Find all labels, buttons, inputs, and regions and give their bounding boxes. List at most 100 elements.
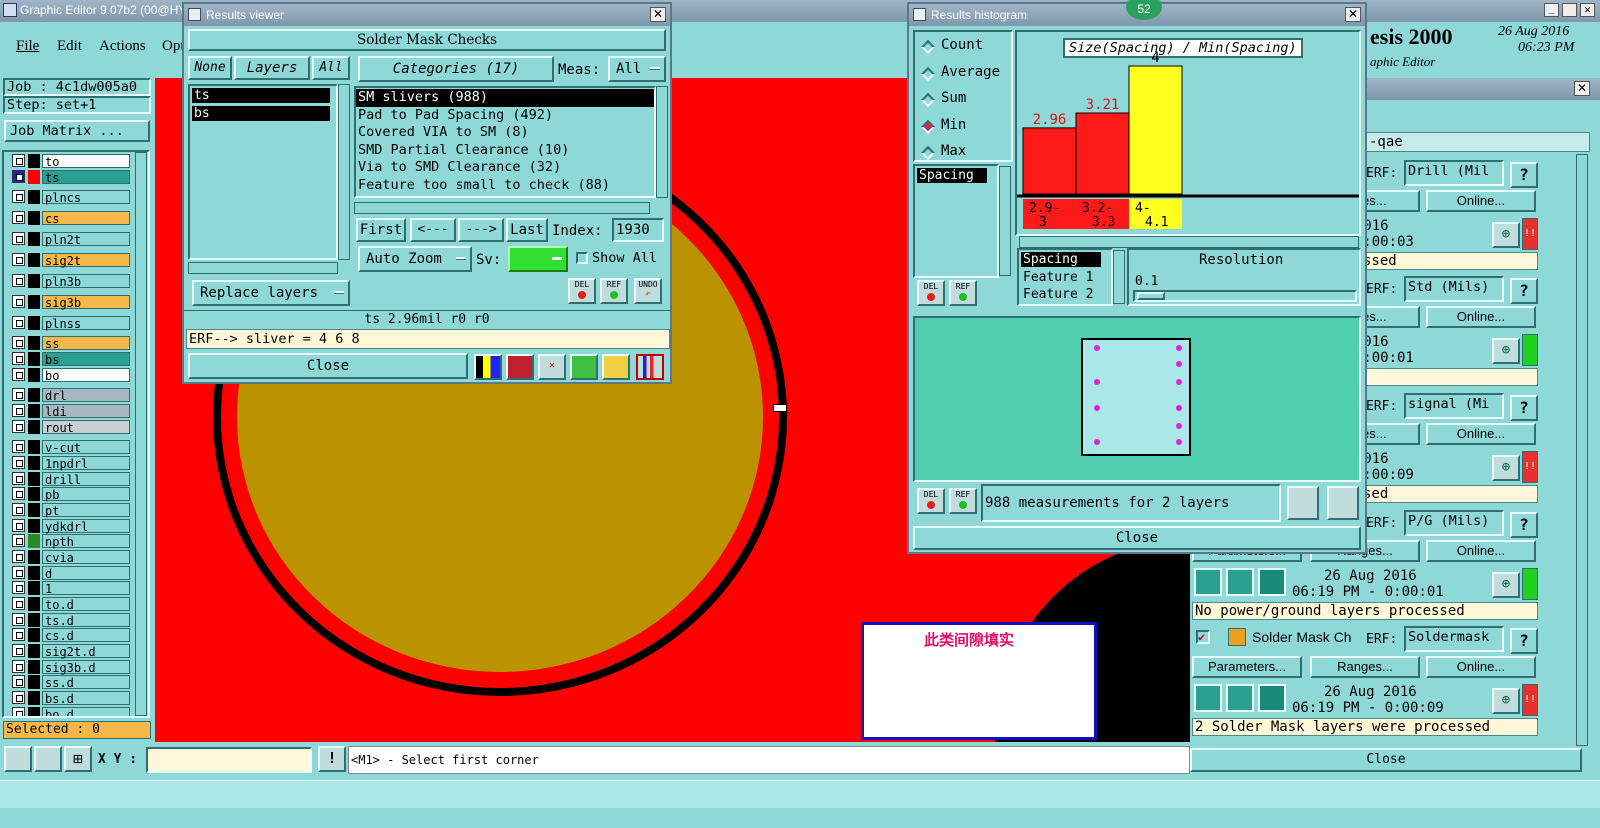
app-maximize-button[interactable] [1562,3,1577,17]
layer-name[interactable]: cs.d [42,628,130,643]
check-row-zoom-icon[interactable]: ⊕ [1492,338,1520,364]
layer-color-swatch[interactable] [28,503,40,517]
layer-name[interactable]: ldi [42,404,130,419]
layer-name[interactable]: plncs [42,190,130,205]
layer-color-swatch[interactable] [28,675,40,689]
layer-name[interactable]: bs.d [42,691,130,706]
rv-category-4[interactable]: Via to SMD Clearance (32) [356,159,654,177]
check-row-erf-field[interactable]: P/G (Mils) [1404,510,1504,536]
rv-replace-layers-select[interactable]: Replace layers [192,280,350,306]
layer-name[interactable]: sig3b.d [42,660,130,675]
layer-color-swatch[interactable] [28,519,40,533]
layer-row-1[interactable]: 1 [10,581,130,596]
layer-row-sig3b[interactable]: sig3b [10,295,130,310]
layer-row-ydkdrl[interactable]: ydkdrl [10,519,130,534]
layer-checkbox[interactable] [12,707,25,716]
layer-row-bo.d[interactable]: bo.d [10,707,130,716]
check-row-help-button[interactable]: ? [1510,628,1538,654]
layer-color-swatch[interactable] [28,190,40,204]
measure-icon[interactable] [34,746,62,772]
check-row-run-icon[interactable] [1194,684,1222,712]
layer-checkbox[interactable] [12,487,25,500]
rv-layer-hscrollbar[interactable] [188,262,338,274]
hist-measure-scrollbar[interactable] [999,166,1011,276]
check-row-help-button[interactable]: ? [1510,512,1538,538]
layer-name[interactable]: pln3b [42,274,130,289]
layer-checkbox[interactable] [12,644,25,657]
layer-name[interactable]: bo [42,368,130,383]
check-row-zoom-icon[interactable]: ⊕ [1492,688,1520,714]
layer-color-swatch[interactable] [28,628,40,642]
checklist-close-button[interactable]: Close [1190,748,1582,772]
check-row-online-button[interactable]: Online... [1426,540,1536,562]
check-row-zoom-icon[interactable]: ⊕ [1492,572,1520,598]
rv-close-button[interactable]: Close [188,353,468,379]
layer-checkbox[interactable] [12,170,25,183]
hist-import-icon[interactable] [1327,486,1359,520]
layer-name[interactable]: v-cut [42,440,130,455]
layer-checkbox[interactable] [12,253,25,266]
layer-row-ldi[interactable]: ldi [10,404,130,419]
rv-category-0[interactable]: SM slivers (988) [356,89,654,107]
hist-field-spacing[interactable]: Spacing [1021,252,1101,267]
rv-notes-icon[interactable] [602,354,630,380]
layer-checkbox[interactable] [12,503,25,516]
layer-row-sig2t[interactable]: sig2t [10,253,130,268]
layer-name[interactable]: pb [42,487,130,502]
layer-row-bo[interactable]: bo [10,368,130,383]
hist-bar-1[interactable] [1075,112,1130,195]
check-row-run-all-icon[interactable] [1226,568,1254,596]
layer-row-rout[interactable]: rout [10,420,130,435]
layer-color-swatch[interactable] [28,644,40,658]
layer-row-bs[interactable]: bs [10,352,130,367]
layer-row-drl[interactable]: drl [10,388,130,403]
rv-first-button[interactable]: First [356,218,406,242]
hist-mode-radio-max[interactable] [920,145,936,161]
check-row-checkbox[interactable]: ✔ [1196,630,1210,644]
hist-del-icon[interactable]: DEL [917,280,945,306]
layer-color-swatch[interactable] [28,487,40,501]
layer-row-pt[interactable]: pt [10,503,130,518]
rv-close-icon[interactable]: ✕ [650,7,666,22]
layer-name[interactable]: to [42,154,130,169]
hist-bar-0[interactable] [1022,127,1077,195]
rv-none-button[interactable]: None [188,56,232,80]
layer-row-plncs[interactable]: plncs [10,190,130,205]
app-minimize-button[interactable]: _ [1544,3,1559,17]
check-row-ranges-button[interactable]: es... [1360,423,1420,445]
layer-checkbox[interactable] [12,316,25,329]
rv-category-2[interactable]: Covered VIA to SM (8) [356,124,654,142]
hist-mode-radio-count[interactable] [920,39,936,55]
layer-row-ts[interactable]: ts [10,170,130,185]
grid-icon[interactable]: ⊞ [64,746,92,772]
check-row-action-icon[interactable] [1228,628,1246,646]
layer-row-sig3b.d[interactable]: sig3b.d [10,660,130,675]
rv-sv-color-select[interactable] [508,246,568,272]
rv-next-button[interactable]: ---> [458,218,504,242]
hist-export-icon[interactable] [1287,486,1319,520]
layer-color-swatch[interactable] [28,404,40,418]
layer-color-swatch[interactable] [28,613,40,627]
layer-color-swatch[interactable] [28,566,40,580]
layer-checkbox[interactable] [12,597,25,610]
layer-checkbox[interactable] [12,581,25,594]
hist-close-button[interactable]: Close [913,526,1361,550]
layer-name[interactable]: bs [42,352,130,367]
rv-histogram-icon[interactable] [636,354,664,380]
check-row-erf-field[interactable]: Std (Mils) [1404,276,1504,302]
layer-row-cs.d[interactable]: cs.d [10,628,130,643]
layer-color-swatch[interactable] [28,232,40,246]
rv-report-icon[interactable] [570,354,598,380]
layer-name[interactable]: bo.d [42,707,130,716]
hist-measure-spacing[interactable]: Spacing [917,168,987,183]
layer-color-swatch[interactable] [28,550,40,564]
layer-checkbox[interactable] [12,336,25,349]
layer-row-cs[interactable]: cs [10,211,130,226]
layer-name[interactable]: ts.d [42,613,130,628]
layer-name[interactable]: ydkdrl [42,519,130,534]
job-matrix-button[interactable]: Job Matrix ... [4,120,150,142]
check-row-help-button[interactable]: ? [1510,395,1538,421]
hist-field-feature1[interactable]: Feature 1 [1021,270,1093,285]
layer-color-swatch[interactable] [28,211,40,225]
layer-name[interactable]: sig3b [42,295,130,310]
